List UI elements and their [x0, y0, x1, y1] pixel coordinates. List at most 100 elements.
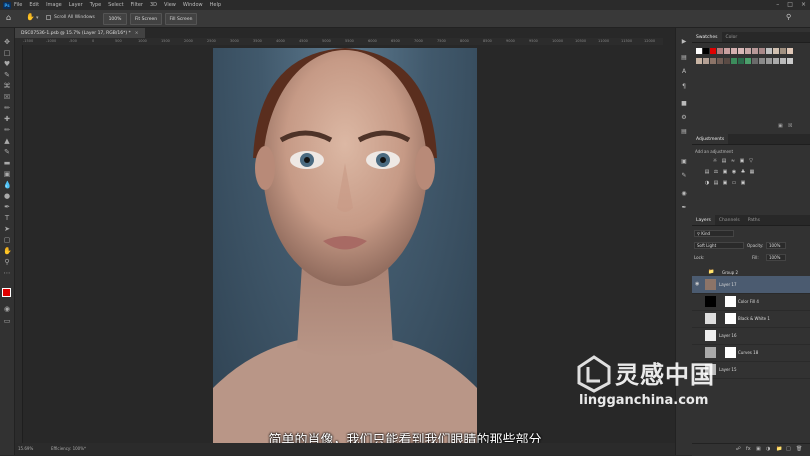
- color-swatch[interactable]: [787, 48, 793, 54]
- link-layers-icon[interactable]: ☍: [736, 446, 741, 452]
- hue-saturation-icon[interactable]: ▤: [704, 169, 710, 175]
- color-swatch[interactable]: [780, 58, 786, 64]
- new-layer-icon[interactable]: □: [786, 446, 791, 452]
- more-tools-icon[interactable]: ⋯: [3, 269, 11, 277]
- tab-paths[interactable]: Paths: [744, 215, 764, 225]
- color-swatch[interactable]: [766, 48, 772, 54]
- menu-select[interactable]: Select: [108, 2, 123, 8]
- gradient-map-icon[interactable]: ▭: [731, 180, 737, 186]
- clone-stamp-tool-icon[interactable]: ▲: [3, 137, 11, 145]
- gradient-tool-icon[interactable]: ▣: [3, 170, 11, 178]
- menu-view[interactable]: View: [164, 2, 176, 8]
- zoom-level[interactable]: 15.69%: [18, 446, 33, 451]
- properties-icon[interactable]: ▤: [680, 128, 688, 136]
- color-swatch[interactable]: [780, 48, 786, 54]
- color-swatch[interactable]: [717, 58, 723, 64]
- pen-tool-icon[interactable]: ✒: [3, 203, 11, 211]
- healing-brush-tool-icon[interactable]: ✚: [3, 115, 11, 123]
- brightness-contrast-icon[interactable]: ☼: [712, 158, 718, 164]
- menu-help[interactable]: Help: [210, 2, 221, 8]
- add-mask-icon[interactable]: ▣: [756, 446, 761, 452]
- efficiency-status[interactable]: Efficiency: 100%*: [51, 446, 86, 451]
- curves-icon[interactable]: ≈: [730, 158, 736, 164]
- history-brush-tool-icon[interactable]: ✎: [3, 148, 11, 156]
- color-swatch[interactable]: [738, 58, 744, 64]
- posterize-icon[interactable]: ▤: [713, 180, 719, 186]
- paragraph-icon[interactable]: ¶: [680, 83, 688, 91]
- threshold-icon[interactable]: ▣: [722, 180, 728, 186]
- new-group-icon[interactable]: 📁: [776, 446, 782, 452]
- menu-edit[interactable]: Edit: [29, 2, 39, 8]
- color-swatch[interactable]: [703, 58, 709, 64]
- menu-file[interactable]: File: [14, 2, 22, 8]
- black-white-icon[interactable]: ▣: [722, 169, 728, 175]
- blend-mode-select[interactable]: Soft Light: [694, 242, 744, 249]
- channels-icon[interactable]: ◉: [680, 190, 688, 198]
- document-tab[interactable]: DSC07536-1.psb @ 15.7% (Layer 17, RGB/16…: [15, 28, 145, 38]
- libraries-icon[interactable]: ▣: [680, 158, 688, 166]
- color-swatch[interactable]: [773, 48, 779, 54]
- blur-tool-icon[interactable]: 💧: [3, 181, 12, 189]
- tab-adjustments[interactable]: Adjustments: [692, 134, 729, 144]
- layer-row[interactable]: Layer 16: [692, 327, 810, 345]
- color-swatch[interactable]: [773, 58, 779, 64]
- color-swatch[interactable]: [703, 48, 709, 54]
- color-swatch[interactable]: [745, 48, 751, 54]
- new-swatch-icon[interactable]: ▣: [778, 123, 783, 129]
- tab-swatches[interactable]: Swatches: [692, 32, 722, 42]
- color-balance-icon[interactable]: ⚖: [713, 169, 719, 175]
- selective-color-icon[interactable]: ▣: [740, 180, 746, 186]
- color-swatch[interactable]: [724, 48, 730, 54]
- hand-tool-icon[interactable]: ✋: [26, 13, 35, 21]
- lasso-tool-icon[interactable]: ♥: [3, 60, 11, 68]
- menu-window[interactable]: Window: [183, 2, 203, 8]
- color-swatch[interactable]: [710, 58, 716, 64]
- type-tool-icon[interactable]: T: [3, 214, 11, 222]
- fit-screen-button[interactable]: Fit Screen: [130, 13, 162, 25]
- adjustment-layer-icon[interactable]: ◑: [766, 446, 770, 452]
- scroll-all-windows-checkbox[interactable]: [46, 15, 51, 20]
- marquee-tool-icon[interactable]: □: [3, 49, 11, 57]
- color-swatch[interactable]: [752, 58, 758, 64]
- color-swatch[interactable]: [717, 48, 723, 54]
- move-tool-icon[interactable]: ✥: [3, 38, 11, 46]
- tab-layers[interactable]: Layers: [692, 215, 715, 225]
- chevron-down-icon[interactable]: ▾: [36, 15, 39, 21]
- menu-layer[interactable]: Layer: [69, 2, 83, 8]
- color-swatch[interactable]: [710, 48, 716, 54]
- fill-screen-button[interactable]: Fill Screen: [165, 13, 197, 25]
- channel-mixer-icon[interactable]: ♣: [740, 169, 746, 175]
- menu-image[interactable]: Image: [46, 2, 62, 8]
- home-icon[interactable]: ⌂: [6, 13, 11, 22]
- exposure-icon[interactable]: ▣: [739, 158, 745, 164]
- color-swatch[interactable]: [731, 58, 737, 64]
- invert-icon[interactable]: ◑: [704, 180, 710, 186]
- fill-input[interactable]: 100%: [766, 254, 786, 261]
- levels-icon[interactable]: ▤: [721, 158, 727, 164]
- layer-row[interactable]: Black & White 1: [692, 310, 810, 328]
- eyedropper-tool-icon[interactable]: ✏: [3, 104, 11, 112]
- visibility-eye-icon[interactable]: ◉: [695, 281, 699, 287]
- color-lookup-icon[interactable]: ▦: [749, 169, 755, 175]
- photo-filter-icon[interactable]: ◉: [731, 169, 737, 175]
- menu-type[interactable]: Type: [90, 2, 101, 8]
- portrait-photo[interactable]: [213, 48, 477, 443]
- layer-row[interactable]: Color Fill 4: [692, 293, 810, 311]
- maximize-icon[interactable]: □: [787, 1, 793, 8]
- menu-filter[interactable]: Filter: [131, 2, 143, 8]
- menu-3d[interactable]: 3D: [150, 2, 157, 8]
- opacity-input[interactable]: 100%: [766, 242, 786, 249]
- foreground-color-swatch[interactable]: [2, 288, 11, 297]
- screen-mode-icon[interactable]: ▭: [3, 317, 11, 325]
- history-icon[interactable]: ▤: [680, 54, 688, 62]
- path-selection-tool-icon[interactable]: ➤: [3, 225, 11, 233]
- zoom-100-button[interactable]: 100%: [103, 13, 127, 25]
- character-icon[interactable]: A: [680, 68, 688, 76]
- settings-icon[interactable]: ⚙: [680, 114, 688, 122]
- zoom-tool-icon[interactable]: ⚲: [3, 258, 11, 266]
- color-swatch[interactable]: [696, 48, 702, 54]
- brush-tool-icon[interactable]: ✏: [3, 126, 11, 134]
- color-swatch[interactable]: [759, 58, 765, 64]
- color-swatch[interactable]: [752, 48, 758, 54]
- vibrance-icon[interactable]: ▽: [748, 158, 754, 164]
